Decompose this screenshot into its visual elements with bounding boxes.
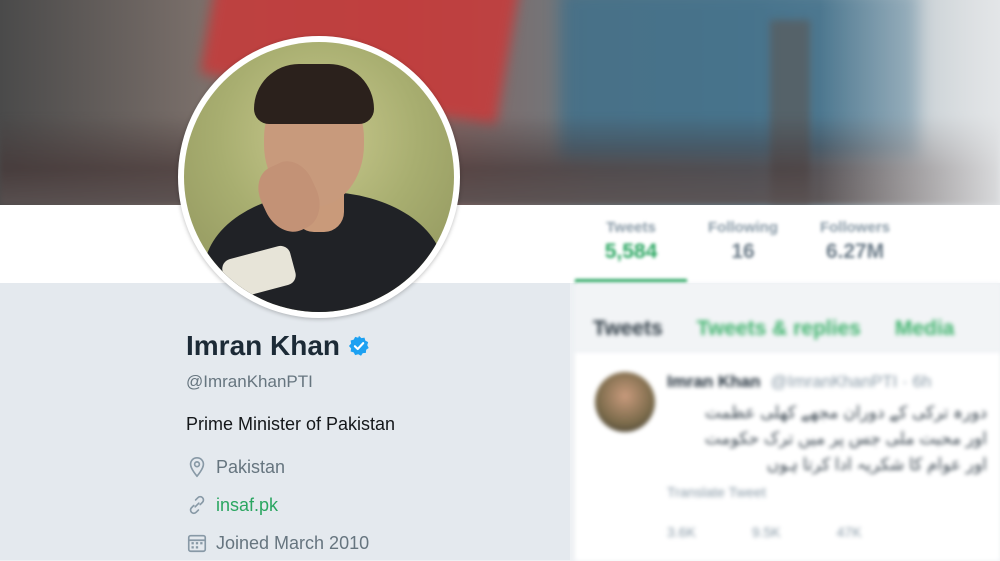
avatar-hair <box>254 64 374 124</box>
tweet-author-handle: @ImranKhanPTI · 6h <box>770 372 932 391</box>
profile-joined: Joined March 2010 <box>186 532 369 554</box>
profile-avatar[interactable] <box>178 36 460 318</box>
joined-text: Joined March 2010 <box>216 532 370 553</box>
profile-banner <box>0 0 1000 205</box>
profile-name[interactable]: Imran Khan <box>186 330 340 362</box>
translate-tweet-link[interactable]: Translate Tweet <box>667 484 766 500</box>
calendar-icon <box>187 534 207 553</box>
tweet-header: Imran Khan @ImranKhanPTI · 6h <box>667 372 931 392</box>
profile-name-row: Imran Khan <box>186 330 370 362</box>
tab-media[interactable]: Media <box>895 317 955 341</box>
location-text: Pakistan <box>216 456 286 477</box>
profile-handle[interactable]: @ImranKhanPTI <box>186 372 313 392</box>
location-pin-icon <box>189 457 205 478</box>
timeline-tabs: Tweets Tweets & replies Media <box>593 317 988 341</box>
tweet-actions: 3.6K 9.5K 47K <box>667 524 918 540</box>
stat-label: Followers <box>819 219 890 236</box>
stat-label: Following <box>708 219 778 236</box>
like-count[interactable]: 47K <box>837 524 862 540</box>
verified-badge-icon <box>348 335 369 356</box>
avatar-photo <box>184 42 454 312</box>
stat-value: 5,584 <box>604 240 658 263</box>
reply-count[interactable]: 3.6K <box>667 524 696 540</box>
tweet-avatar[interactable] <box>595 372 655 432</box>
stat-label: Tweets <box>606 219 656 236</box>
profile-location: Pakistan <box>186 456 285 478</box>
stat-following[interactable]: Following 16 <box>687 205 799 283</box>
tab-tweets[interactable]: Tweets <box>593 317 663 341</box>
profile-stats: Tweets 5,584 Following 16 Followers 6.27… <box>575 205 911 283</box>
profile-bio: Prime Minister of Pakistan <box>186 414 396 434</box>
stat-tweets[interactable]: Tweets 5,584 <box>575 205 687 283</box>
tweet-author-name[interactable]: Imran Khan <box>667 372 761 392</box>
website-link[interactable]: insaf.pk <box>216 495 278 516</box>
tab-tweets-replies[interactable]: Tweets & replies <box>697 317 861 341</box>
timeline: Tweets Tweets & replies Media Imran Khan… <box>575 283 1000 561</box>
stat-followers[interactable]: Followers 6.27M <box>799 205 911 283</box>
stat-value: 6.27M <box>825 240 885 263</box>
tweet-card[interactable]: Imran Khan @ImranKhanPTI · 6h دورہ ترکی … <box>575 351 1000 561</box>
stat-value: 16 <box>731 240 755 263</box>
retweet-count[interactable]: 9.5K <box>752 524 781 540</box>
banner-haze <box>820 0 1000 205</box>
tweet-text: دورہ ترکی کے دوران مجھے کھلی عظمت اور مح… <box>704 403 987 474</box>
profile-website[interactable]: insaf.pk <box>186 494 278 516</box>
link-icon <box>189 495 205 515</box>
